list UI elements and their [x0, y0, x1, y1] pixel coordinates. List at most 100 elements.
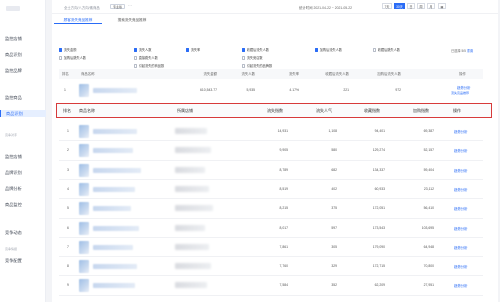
shop-name-redacted: [175, 263, 211, 270]
checkbox-fav-loss[interactable]: 收藏后流失人数: [242, 47, 269, 52]
range-30d-button[interactable]: 30天: [394, 3, 405, 9]
checkbox-cart-bounce[interactable]: 加购后跳失人数: [59, 55, 86, 60]
sidebar-item-competition-config[interactable]: 竞争配置: [5, 257, 43, 264]
top-bar: 全土方向/八方向/素商品 专业版 ⋯ 统计时间 2021-04-22 ~ 202…: [52, 0, 498, 14]
reset-link[interactable]: 重置: [467, 49, 473, 53]
sidebar-item-product-recognize[interactable]: 商品识别: [5, 51, 43, 58]
loss-index-cell: 7,760: [279, 264, 289, 269]
more-icon[interactable]: ⋯: [128, 3, 132, 8]
cart-index-cell: 103,695: [421, 225, 434, 230]
sidebar-item-brand-recognize[interactable]: 品牌识别: [5, 169, 43, 176]
product-name-redacted: [93, 186, 135, 192]
checkbox-icon: [134, 64, 138, 68]
col-loss-count: 流失人数: [241, 72, 255, 76]
range-7d-button[interactable]: 7天: [382, 3, 392, 9]
nav-section-label: 竞争情报: [5, 247, 18, 251]
range-month-button[interactable]: 月: [427, 3, 435, 9]
trend-analysis-link[interactable]: 趋势分析: [454, 226, 468, 231]
col-rank: 排名: [62, 72, 69, 76]
product-image: [79, 240, 89, 254]
shop-name-redacted: [175, 282, 207, 289]
checkbox-loss-brands[interactable]: 引起流失的品牌数: [242, 63, 272, 68]
col-operation: 操作: [453, 108, 461, 113]
nav-section-label: 竞争对手: [5, 133, 18, 137]
trend-analysis-link[interactable]: 趋势分析: [454, 283, 468, 288]
trend-analysis-link[interactable]: 趋势分析: [454, 264, 468, 269]
cart-index-cell: 56,410: [423, 206, 434, 211]
checkbox-loss-products[interactable]: 引起流失的商品数: [134, 63, 164, 68]
checkbox-loss-shops[interactable]: 流失竞店数: [242, 55, 263, 60]
trend-analysis-link[interactable]: 趋势分析: [454, 148, 468, 153]
col-loss-rate: 流失率: [288, 72, 299, 76]
edition-tag[interactable]: 专业版: [110, 3, 126, 9]
trend-analysis-link[interactable]: 趋势分析: [454, 245, 468, 250]
sidebar-item-monitor-product[interactable]: 监控商品: [5, 94, 43, 101]
table-row: 4 8,519 402 60,933 23,112 趋势分析: [59, 180, 483, 199]
col-cart-index: 加购指数: [413, 108, 429, 113]
trend-analysis-link[interactable]: 趋势分析: [454, 187, 468, 192]
shop-name-redacted: [175, 224, 205, 231]
cart-index-cell: 64,948: [423, 244, 434, 249]
sidebar-item-product-recognize-active[interactable]: 商品识别: [0, 110, 46, 117]
rank-cell: 5: [67, 206, 69, 211]
checkbox-direct-bounce[interactable]: 直接跳失人数: [134, 55, 158, 60]
checkbox-icon: [59, 48, 63, 52]
loss-index-cell: 8,519: [279, 186, 289, 191]
col-loss-index: 流失指数: [267, 108, 283, 113]
col-product-name: 商品名称: [81, 72, 95, 76]
calendar-icon[interactable]: ▦: [438, 3, 446, 9]
logo: [6, 6, 20, 11]
product-image: [79, 144, 89, 158]
amount-cell: 610,543.77: [200, 88, 217, 92]
product-name-redacted: [93, 129, 137, 134]
sidebar-item-brand-analysis[interactable]: 品牌分析: [5, 185, 43, 192]
sidebar-item-monitor-brand[interactable]: 监控品牌: [5, 67, 43, 74]
rank-cell: 3: [67, 167, 69, 172]
range-week-button[interactable]: 周: [417, 3, 425, 9]
main-panel: 全土方向/八方向/素商品 专业版 ⋯ 统计时间 2021-04-22 ~ 202…: [52, 0, 498, 302]
col-shop: 所属店铺: [177, 108, 193, 113]
rank-cell: 7: [67, 244, 69, 249]
rank-cell: 1: [67, 129, 69, 133]
trend-analysis-link[interactable]: 趋势分析: [454, 206, 468, 211]
loss-pop-cell: 329: [331, 264, 337, 269]
rank-cell: 9: [67, 283, 69, 288]
checkbox-cart-loss[interactable]: 加购后流失人数: [315, 47, 342, 52]
product-name-redacted: [93, 283, 135, 289]
sidebar-item-competition-dynamic[interactable]: 竞争动态: [5, 229, 43, 236]
checkbox-loss-rate[interactable]: 流失率: [186, 47, 200, 52]
trend-analysis-link[interactable]: 趋势分析: [457, 85, 471, 90]
checkbox-loss-amount[interactable]: 流失金额: [59, 47, 76, 52]
fav-cell: 221: [343, 88, 349, 92]
sidebar-item-monitor-shop-2[interactable]: 监控店铺: [5, 153, 43, 160]
tab-customer-loss[interactable]: 顾客流失竞品推荐: [54, 16, 102, 24]
checkbox-icon: [134, 48, 138, 52]
trend-analysis-link[interactable]: 趋势分析: [454, 168, 468, 173]
sidebar-item-monitor-shop[interactable]: 监控店铺: [5, 35, 43, 42]
product-image: [79, 182, 89, 196]
cart-cell: 972: [395, 88, 401, 92]
sidebar-item-product-monitor[interactable]: 商品监控: [5, 201, 43, 208]
selected-count: 已选择 5/5 重置: [451, 49, 474, 53]
product-name-redacted: [93, 225, 139, 231]
product-image: [79, 260, 89, 274]
table-row: 5 8,215 375 172,051 56,410 趋势分析: [59, 199, 483, 218]
fav-index-cell: 129,274: [372, 148, 385, 153]
range-day-button[interactable]: 日: [407, 3, 415, 9]
checkbox-loss-count[interactable]: 流失人数: [134, 47, 151, 52]
table-row: 6 8,017 597 173,543 103,695 趋势分析: [59, 219, 483, 238]
shop-name-redacted: [175, 147, 211, 154]
cart-index-cell: 23,112: [423, 186, 434, 191]
checkbox-fav-bounce[interactable]: 收藏后跳失人数: [373, 47, 400, 52]
trend-analysis-link[interactable]: 趋势分析: [454, 129, 468, 134]
product-name-redacted: [93, 88, 137, 93]
fav-index-cell: 62,209: [374, 283, 385, 288]
tab-search-loss[interactable]: 搜索流失竞品推荐: [108, 16, 156, 24]
fav-index-cell: 172,715: [372, 264, 385, 269]
fav-index-cell: 179,090: [372, 244, 385, 249]
sidebar: 监控店铺 商品识别 监控品牌 监控商品 商品识别 竞争对手 监控店铺 品牌识别 …: [0, 0, 46, 302]
summary-row: 1 610,543.77 5,935 4.17% 221 972 趋势分析 流失…: [59, 83, 483, 99]
loss-recommend-link[interactable]: 流失竞品推荐: [451, 91, 469, 95]
col-loss-pop: 流失人气: [316, 108, 332, 113]
rank-cell: 8: [67, 264, 69, 269]
